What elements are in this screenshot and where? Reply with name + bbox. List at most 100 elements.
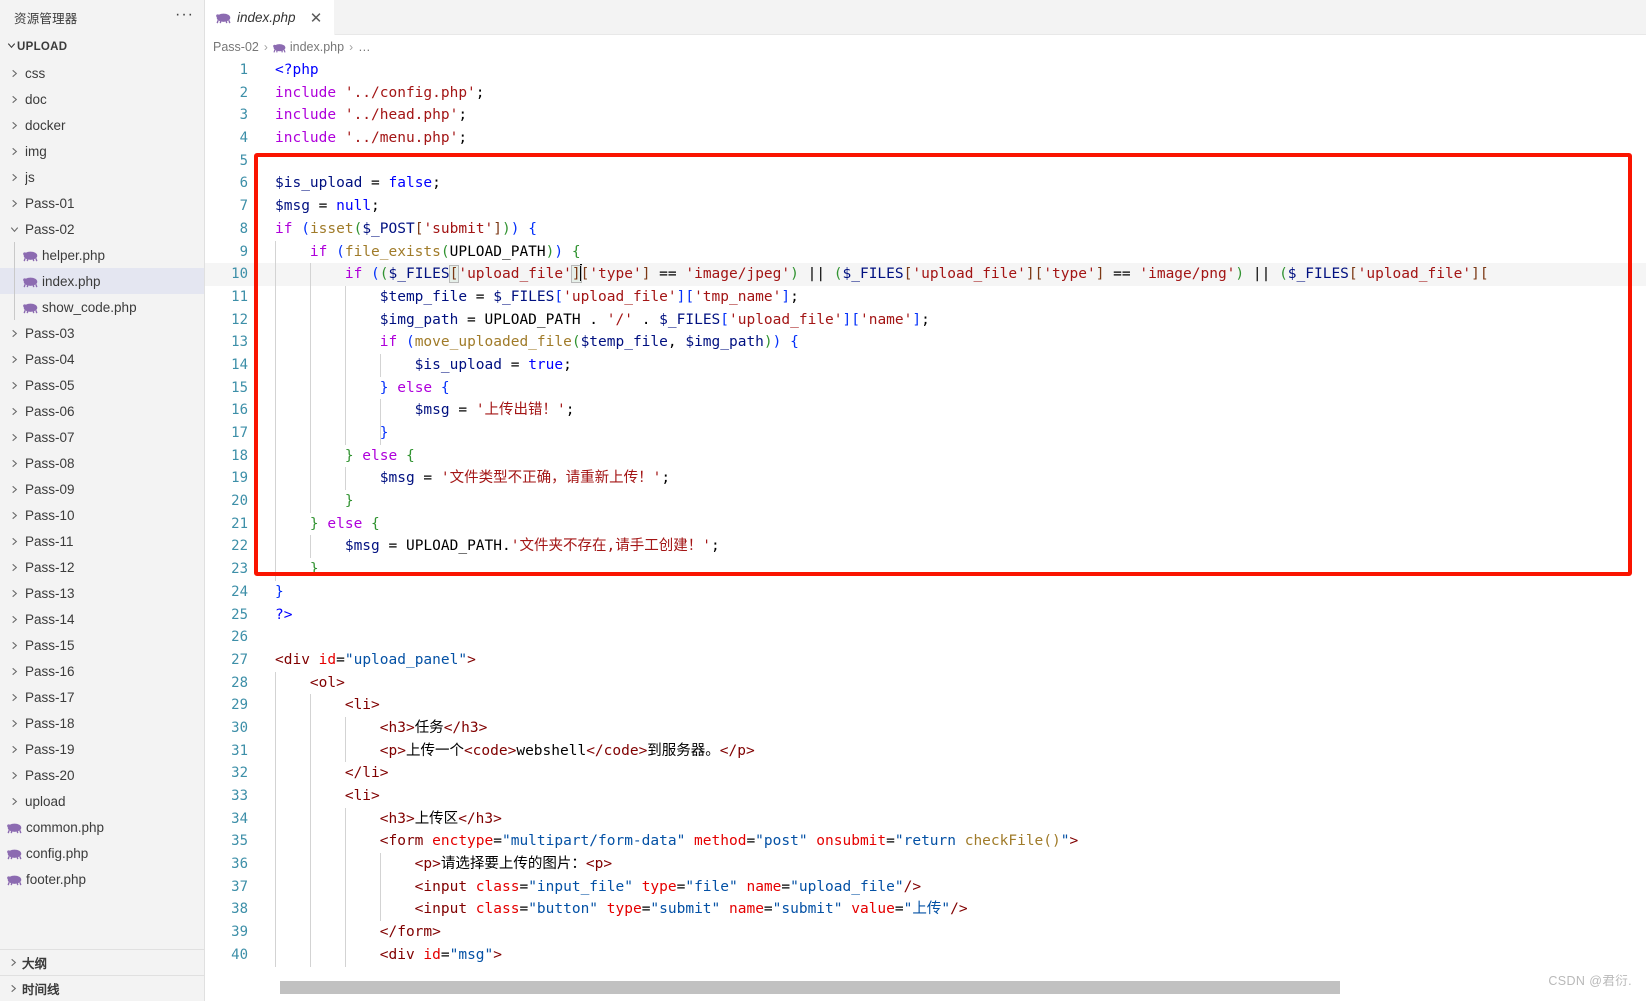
chevron-right-icon[interactable] (6, 588, 22, 599)
chevron-right-icon[interactable] (6, 614, 22, 625)
tree-item-pass-16[interactable]: Pass-16 (0, 658, 204, 684)
workspace-section-header[interactable]: UPLOAD (0, 35, 204, 59)
tree-item-pass-07[interactable]: Pass-07 (0, 424, 204, 450)
chevron-down-icon[interactable] (6, 224, 22, 235)
tree-item-pass-04[interactable]: Pass-04 (0, 346, 204, 372)
more-actions-icon[interactable]: ··· (175, 6, 194, 26)
code-line[interactable]: 38 <input class="button" type="submit" n… (205, 898, 1646, 922)
chevron-right-icon[interactable] (6, 432, 22, 443)
chevron-right-icon[interactable] (6, 198, 22, 209)
code-line[interactable]: 15 } else { (205, 376, 1646, 400)
tree-item-pass-11[interactable]: Pass-11 (0, 528, 204, 554)
chevron-right-icon[interactable] (6, 380, 22, 391)
chevron-right-icon[interactable] (6, 458, 22, 469)
code-line[interactable]: 27 <div id="upload_panel"> (205, 649, 1646, 672)
code-line[interactable]: 16 $msg = '上传出错！'; (205, 399, 1646, 422)
tree-item-pass-09[interactable]: Pass-09 (0, 476, 204, 502)
chevron-right-icon[interactable] (6, 562, 22, 573)
chevron-right-icon[interactable] (6, 796, 22, 807)
code-line[interactable]: 12 $img_path = UPLOAD_PATH . '/' . $_FIL… (205, 308, 1646, 332)
tree-item-pass-10[interactable]: Pass-10 (0, 502, 204, 528)
file-tree[interactable]: css doc docker img js Pass-01 Pass-02 helper.ph… (0, 59, 204, 949)
code-line[interactable]: 20 } (205, 490, 1646, 513)
code-line[interactable]: 1 <?php (205, 59, 1646, 82)
code-line[interactable]: 39 </form> (205, 921, 1646, 944)
breadcrumb-item[interactable]: Pass-02 (213, 40, 259, 54)
sidebar-panel-outline[interactable]: 大纲 (0, 949, 204, 975)
chevron-right-icon[interactable] (6, 68, 22, 79)
code-line[interactable]: 2 include '../config.php'; (205, 82, 1646, 105)
chevron-right-icon[interactable] (6, 146, 22, 157)
code-line[interactable]: 13 if (move_uploaded_file($temp_file, $i… (205, 331, 1646, 354)
code-line[interactable]: 40 <div id="msg"> (205, 943, 1646, 967)
tree-item-pass-05[interactable]: Pass-05 (0, 372, 204, 398)
tree-item-index-php[interactable]: index.php (0, 268, 204, 294)
code-editor[interactable]: 1 <?php 2 include '../config.php'; 3 include … (205, 59, 1646, 1001)
tree-item-pass-19[interactable]: Pass-19 (0, 736, 204, 762)
code-line[interactable]: 33 <li> (205, 785, 1646, 808)
tree-item-pass-14[interactable]: Pass-14 (0, 606, 204, 632)
tree-item-pass-12[interactable]: Pass-12 (0, 554, 204, 580)
code-line[interactable]: 32 </li> (205, 762, 1646, 785)
code-line[interactable]: 19 $msg = '文件类型不正确，请重新上传！'; (205, 467, 1646, 491)
tree-item-pass-08[interactable]: Pass-08 (0, 450, 204, 476)
code-line[interactable]: 21 } else { (205, 512, 1646, 536)
tree-item-helper-php[interactable]: helper.php (0, 242, 204, 268)
chevron-right-icon[interactable] (6, 328, 22, 339)
breadcrumb-item[interactable]: … (358, 40, 371, 54)
horizontal-scrollbar[interactable] (280, 981, 1340, 994)
chevron-right-icon[interactable] (6, 120, 22, 131)
editor-tab[interactable]: index.php ✕ (205, 0, 335, 35)
code-line[interactable]: 4 include '../menu.php'; (205, 127, 1646, 150)
close-icon[interactable]: ✕ (306, 8, 326, 28)
code-line[interactable]: 29 <li> (205, 694, 1646, 717)
breadcrumb-item[interactable]: index.php (272, 40, 344, 54)
code-line[interactable]: 6 $is_upload = false; (205, 172, 1646, 195)
chevron-right-icon[interactable] (6, 536, 22, 547)
tree-item-pass-01[interactable]: Pass-01 (0, 190, 204, 216)
code-line[interactable]: 36 <p>请选择要上传的图片：<p> (205, 853, 1646, 876)
tree-item-show-code-php[interactable]: show_code.php (0, 294, 204, 320)
tree-item-pass-20[interactable]: Pass-20 (0, 762, 204, 788)
sidebar-panel-timeline[interactable]: 时间线 (0, 975, 204, 1001)
code-line[interactable]: 34 <h3>上传区</h3> (205, 807, 1646, 831)
chevron-right-icon[interactable] (6, 510, 22, 521)
chevron-right-icon[interactable] (6, 172, 22, 183)
tree-item-css[interactable]: css (0, 60, 204, 86)
code-line[interactable]: 7 $msg = null; (205, 195, 1646, 218)
code-line[interactable]: 10 if (($_FILES['upload_file']['type'] =… (205, 263, 1646, 286)
code-line[interactable]: 25 ?> (205, 604, 1646, 627)
code-line[interactable]: 30 <h3>任务</h3> (205, 716, 1646, 740)
chevron-right-icon[interactable] (6, 770, 22, 781)
chevron-right-icon[interactable] (6, 94, 22, 105)
breadcrumb[interactable]: Pass-02 › index.php ›… (205, 35, 1646, 59)
code-line[interactable]: 31 <p>上传一个<code>webshell</code>到服务器。</p> (205, 739, 1646, 763)
tree-item-upload[interactable]: upload (0, 788, 204, 814)
chevron-right-icon[interactable] (6, 718, 22, 729)
chevron-right-icon[interactable] (6, 640, 22, 651)
chevron-right-icon[interactable] (6, 406, 22, 417)
tree-item-common-php[interactable]: common.php (0, 814, 204, 840)
chevron-right-icon[interactable] (6, 666, 22, 677)
tree-item-pass-02[interactable]: Pass-02 (0, 216, 204, 242)
code-line[interactable]: 17 } (205, 422, 1646, 445)
tree-item-js[interactable]: js (0, 164, 204, 190)
code-line[interactable]: 9 if (file_exists(UPLOAD_PATH)) { (205, 240, 1646, 264)
tree-item-config-php[interactable]: config.php (0, 840, 204, 866)
tree-item-pass-13[interactable]: Pass-13 (0, 580, 204, 606)
tree-item-pass-17[interactable]: Pass-17 (0, 684, 204, 710)
code-line[interactable]: 14 $is_upload = true; (205, 353, 1646, 377)
code-line[interactable]: 28 <ol> (205, 671, 1646, 695)
code-line[interactable]: 8 if (isset($_POST['submit'])) { (205, 218, 1646, 241)
tree-item-pass-06[interactable]: Pass-06 (0, 398, 204, 424)
code-line[interactable]: 18 } else { (205, 444, 1646, 468)
code-line[interactable]: 5 (205, 150, 1646, 173)
tree-item-doc[interactable]: doc (0, 86, 204, 112)
code-line[interactable]: 11 $temp_file = $_FILES['upload_file']['… (205, 285, 1646, 309)
code-line[interactable]: 24} (205, 581, 1646, 604)
tree-item-footer-php[interactable]: footer.php (0, 866, 204, 892)
chevron-right-icon[interactable] (6, 354, 22, 365)
code-line[interactable]: 3 include '../head.php'; (205, 104, 1646, 127)
code-line[interactable]: 35 <form enctype="multipart/form-data" m… (205, 830, 1646, 854)
code-line[interactable]: 23 } (205, 558, 1646, 581)
